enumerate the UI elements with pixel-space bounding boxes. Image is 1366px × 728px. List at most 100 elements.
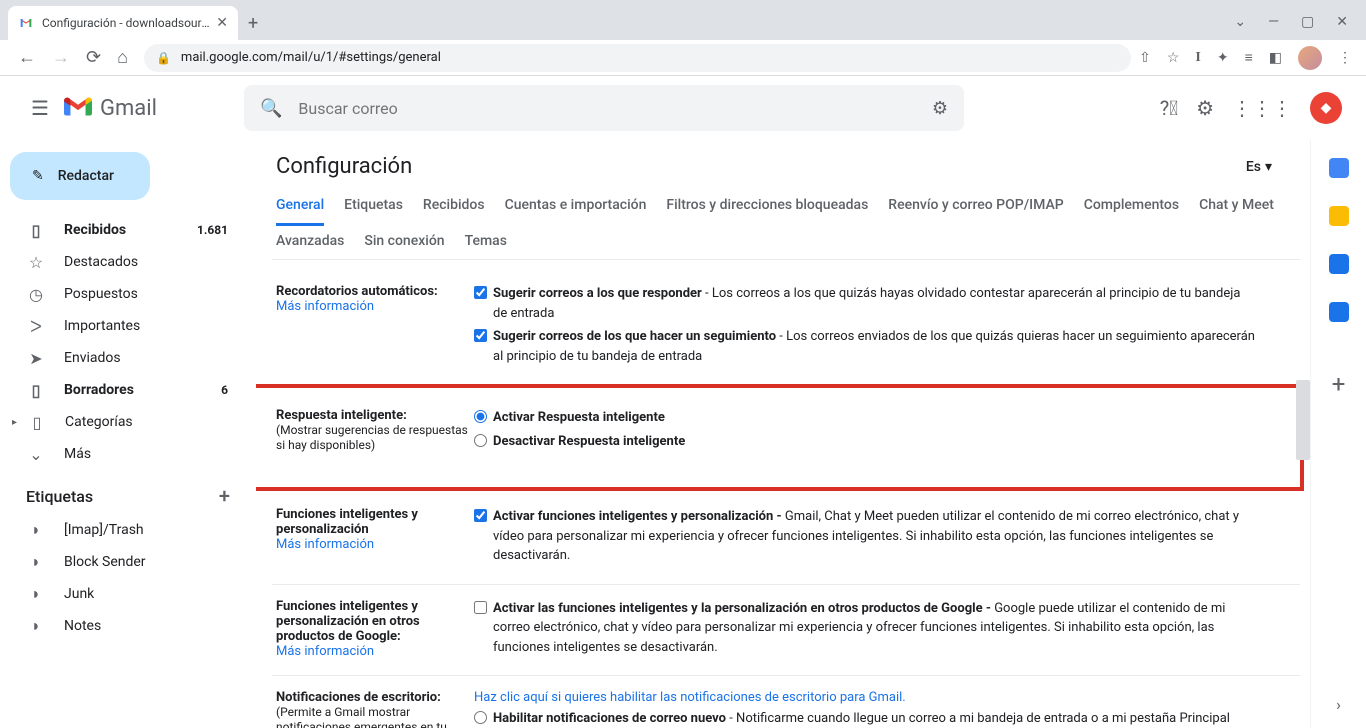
- setting-nudges: Recordatorios automáticos: Más informaci…: [272, 276, 1300, 378]
- bookmark-icon[interactable]: ☆: [1167, 50, 1180, 66]
- tab-filters[interactable]: Filtros y direcciones bloqueadas: [666, 189, 868, 225]
- tab-accounts[interactable]: Cuentas e importación: [505, 189, 647, 225]
- tab-chat[interactable]: Chat y Meet: [1199, 189, 1274, 225]
- gmail-header: ☰ Gmail 🔍 ⚙ ?⃝ ⚙ ⋮⋮⋮ ◆: [0, 76, 1366, 140]
- notify-new-mail-radio[interactable]: [474, 711, 487, 724]
- reload-icon[interactable]: ⟳: [86, 47, 101, 68]
- search-icon[interactable]: 🔍: [260, 98, 282, 119]
- label-icon: ◗: [26, 584, 46, 604]
- extensions-puzzle-icon[interactable]: ✦: [1217, 50, 1229, 66]
- browser-toolbar: ← → ⟳ ⌂ 🔒 mail.google.com/mail/u/1/#sett…: [0, 40, 1366, 76]
- more-info-link[interactable]: Más información: [276, 299, 374, 314]
- tab-general[interactable]: General: [276, 189, 324, 226]
- main-menu-icon[interactable]: ☰: [16, 96, 64, 120]
- search-options-icon[interactable]: ⚙: [932, 98, 948, 119]
- label-icon: ◗: [26, 552, 46, 572]
- account-avatar[interactable]: ◆: [1310, 92, 1342, 124]
- caret-down-icon: ▾: [1265, 159, 1272, 175]
- home-icon[interactable]: ⌂: [117, 47, 128, 68]
- tab-forwarding[interactable]: Reenvío y correo POP/IMAP: [888, 189, 1063, 225]
- more-info-link[interactable]: Más información: [276, 644, 374, 659]
- share-icon[interactable]: ⇧: [1139, 50, 1151, 66]
- window-controls: ⌄ ― ▢ ✕: [1234, 14, 1366, 40]
- add-label-icon[interactable]: +: [219, 484, 230, 508]
- gmail-logo-text: Gmail: [100, 96, 157, 121]
- tab-themes[interactable]: Temas: [465, 225, 507, 259]
- chevron-down-icon: ⌄: [26, 445, 46, 464]
- maximize-icon[interactable]: ▢: [1301, 14, 1314, 30]
- sidebar: ✎ Redactar ▯ Recibidos 1.681 ☆ Destacado…: [0, 140, 256, 728]
- tab-advanced[interactable]: Avanzadas: [276, 225, 344, 259]
- sidebar-item-more[interactable]: ⌄ Más: [0, 438, 248, 470]
- smart-reply-on-radio[interactable]: [474, 410, 487, 423]
- forward-icon: →: [52, 47, 70, 68]
- sidebar-item-inbox[interactable]: ▯ Recibidos 1.681: [0, 214, 248, 246]
- nudge-reply-checkbox[interactable]: [474, 286, 487, 299]
- profile-avatar[interactable]: [1298, 46, 1322, 70]
- label-item[interactable]: ◗Block Sender: [0, 546, 248, 578]
- add-on-plus-icon[interactable]: +: [1332, 370, 1346, 398]
- browser-menu-icon[interactable]: ⋮: [1338, 50, 1352, 66]
- sidebar-item-sent[interactable]: ➤ Enviados: [0, 342, 248, 374]
- back-icon[interactable]: ←: [18, 47, 36, 68]
- tab-labels[interactable]: Etiquetas: [344, 189, 403, 225]
- chevron-down-icon[interactable]: ⌄: [1234, 14, 1246, 30]
- close-window-icon[interactable]: ✕: [1336, 14, 1348, 30]
- close-tab-icon[interactable]: ✕: [216, 15, 228, 31]
- language-selector[interactable]: Es▾: [1246, 159, 1272, 175]
- more-info-link[interactable]: Más información: [276, 537, 374, 552]
- setting-smart-reply: Respuesta inteligente: (Mostrar sugerenc…: [256, 400, 1296, 463]
- sidebar-item-important[interactable]: ᐳ Importantes: [0, 310, 248, 342]
- setting-label: Respuesta inteligente:: [276, 408, 407, 423]
- label-item[interactable]: ◗[Imap]/Trash: [0, 514, 248, 546]
- tasks-icon[interactable]: [1329, 254, 1349, 274]
- sidebar-item-categories[interactable]: ▸▯ Categorías: [0, 406, 248, 438]
- collapse-panel-icon[interactable]: ›: [1336, 695, 1341, 714]
- settings-gear-icon[interactable]: ⚙: [1196, 96, 1214, 120]
- url-text: mail.google.com/mail/u/1/#settings/gener…: [181, 50, 441, 65]
- address-bar[interactable]: 🔒 mail.google.com/mail/u/1/#settings/gen…: [144, 44, 1131, 72]
- scrollbar-thumb[interactable]: [1296, 380, 1310, 460]
- sidebar-item-snoozed[interactable]: ◷ Pospuestos: [0, 278, 248, 310]
- draft-icon: ▯: [26, 381, 46, 400]
- side-panel: + ›: [1310, 140, 1366, 728]
- sidebar-item-drafts[interactable]: ▯ Borradores 6: [0, 374, 248, 406]
- minimize-icon[interactable]: ―: [1268, 14, 1279, 30]
- smart-reply-off-radio[interactable]: [474, 434, 487, 447]
- tab-inbox[interactable]: Recibidos: [423, 189, 485, 225]
- compose-button[interactable]: ✎ Redactar: [10, 152, 150, 200]
- browser-tab-strip: Configuración - downloadsource ✕ + ⌄ ― ▢…: [0, 0, 1366, 40]
- contacts-icon[interactable]: [1329, 302, 1349, 322]
- new-tab-button[interactable]: +: [248, 13, 258, 40]
- compose-label: Redactar: [58, 168, 114, 184]
- browser-tab[interactable]: Configuración - downloadsource ✕: [8, 6, 238, 40]
- gmail-logo-icon: [64, 97, 92, 119]
- calendar-icon[interactable]: [1329, 158, 1349, 178]
- label-item[interactable]: ◗Notes: [0, 610, 248, 642]
- reading-list-icon[interactable]: ≡: [1245, 49, 1253, 66]
- nudge-followup-checkbox[interactable]: [474, 329, 487, 342]
- help-icon[interactable]: ?⃝: [1160, 96, 1178, 120]
- search-input[interactable]: [298, 99, 931, 118]
- setting-label: Funciones inteligentes y personalización…: [276, 599, 420, 644]
- gmail-logo[interactable]: Gmail: [64, 96, 244, 121]
- enable-notifications-link[interactable]: Haz clic aquí si quieres habilitar las n…: [474, 690, 1256, 705]
- apps-grid-icon[interactable]: ⋮⋮⋮: [1232, 96, 1292, 120]
- setting-smart-features: Funciones inteligentes y personalización…: [272, 499, 1300, 578]
- setting-smart-features-other: Funciones inteligentes y personalización…: [272, 591, 1300, 670]
- smart-features-checkbox[interactable]: [474, 509, 487, 522]
- smart-features-other-checkbox[interactable]: [474, 601, 487, 614]
- keep-icon[interactable]: [1329, 206, 1349, 226]
- settings-tabs: General Etiquetas Recibidos Cuentas e im…: [272, 189, 1300, 260]
- labels-header: Etiquetas +: [0, 470, 248, 514]
- tab-offline[interactable]: Sin conexión: [364, 225, 444, 259]
- star-icon: ☆: [26, 253, 46, 272]
- sidebar-item-starred[interactable]: ☆ Destacados: [0, 246, 248, 278]
- label-icon: ◗: [26, 616, 46, 636]
- tab-addons[interactable]: Complementos: [1084, 189, 1179, 225]
- search-box[interactable]: 🔍 ⚙: [244, 85, 964, 131]
- extension-icon[interactable]: I: [1195, 50, 1200, 66]
- sent-icon: ➤: [26, 349, 46, 368]
- side-panel-icon[interactable]: ◧: [1269, 50, 1282, 66]
- label-item[interactable]: ◗Junk: [0, 578, 248, 610]
